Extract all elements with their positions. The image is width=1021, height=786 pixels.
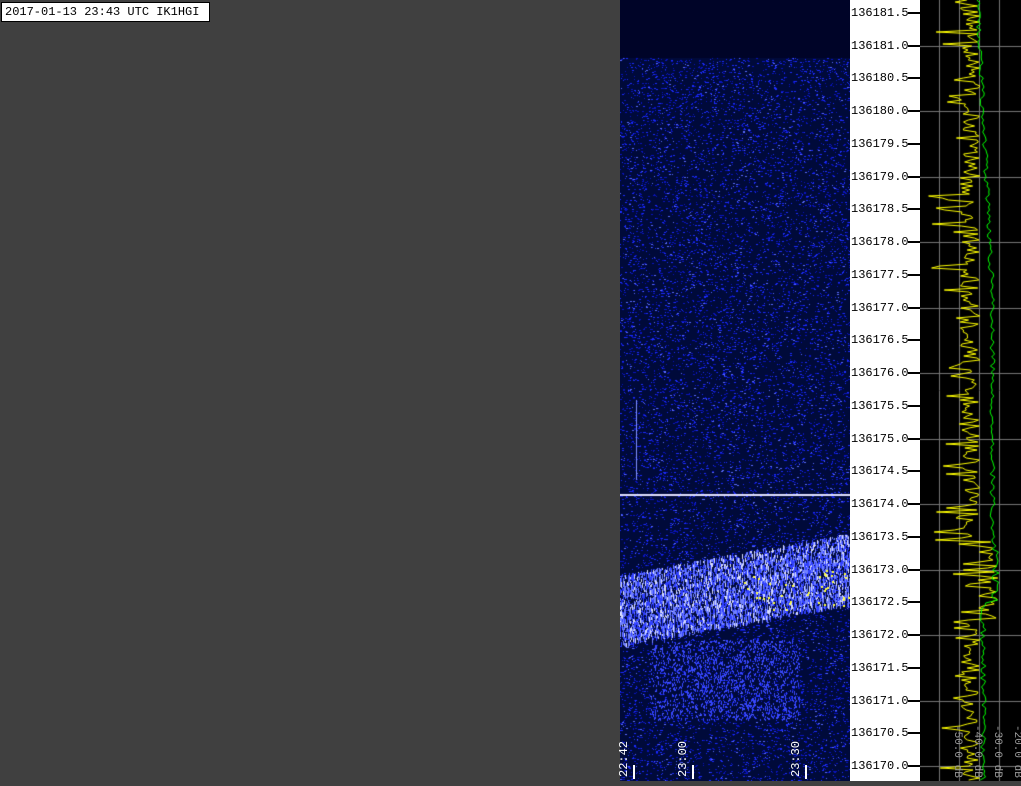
frequency-label: 136176.0 bbox=[851, 366, 909, 381]
frequency-tick bbox=[908, 208, 920, 211]
frequency-tick bbox=[908, 470, 920, 473]
frequency-label: 136171.5 bbox=[851, 660, 909, 675]
frequency-tick bbox=[908, 634, 920, 637]
frequency-tick bbox=[908, 306, 920, 309]
frequency-label: 136178.5 bbox=[851, 202, 909, 217]
time-label: 22:42 bbox=[617, 740, 631, 777]
frequency-label: 136173.0 bbox=[851, 562, 909, 577]
frequency-tick bbox=[908, 175, 920, 178]
frequency-label: 136171.0 bbox=[851, 693, 909, 708]
frequency-tick bbox=[908, 503, 920, 506]
frequency-label: 136170.5 bbox=[851, 726, 909, 741]
frequency-label: 136172.5 bbox=[851, 595, 909, 610]
frequency-tick bbox=[908, 339, 920, 342]
level-label: -20.0 dB bbox=[1011, 725, 1021, 778]
frequency-tick bbox=[908, 732, 920, 735]
frequency-tick bbox=[908, 44, 920, 47]
frequency-tick bbox=[908, 241, 920, 244]
frequency-tick bbox=[908, 77, 920, 80]
frequency-tick bbox=[908, 568, 920, 571]
frequency-label: 136180.5 bbox=[851, 71, 909, 86]
frequency-tick bbox=[908, 437, 920, 440]
frequency-tick bbox=[908, 110, 920, 113]
waterfall-canvas bbox=[620, 0, 850, 781]
spectrum-canvas bbox=[920, 0, 1021, 781]
frequency-tick bbox=[908, 12, 920, 14]
time-label: 23:30 bbox=[789, 740, 803, 777]
frequency-label: 136170.0 bbox=[851, 759, 909, 774]
frequency-label: 136175.0 bbox=[851, 431, 909, 446]
time-tick bbox=[805, 765, 807, 779]
frequency-label: 136181.0 bbox=[851, 38, 909, 53]
timestamp-callsign-label: 2017-01-13 23:43 UTC IK1HGI bbox=[1, 2, 211, 22]
frequency-tick bbox=[908, 404, 920, 407]
frequency-tick bbox=[908, 142, 920, 145]
frequency-label: 136177.0 bbox=[851, 300, 909, 315]
frequency-label: 136178.0 bbox=[851, 235, 909, 250]
time-label: 23:00 bbox=[676, 740, 690, 777]
level-label: -40.0 dB bbox=[971, 725, 983, 778]
level-label: -50.0 dB bbox=[951, 725, 963, 778]
waterfall-display[interactable] bbox=[620, 0, 850, 781]
frequency-label: 136175.5 bbox=[851, 398, 909, 413]
frequency-label: 136173.5 bbox=[851, 529, 909, 544]
spectrum-panel: -50.0 dB -40.0 dB -30.0 dB -20.0 dB bbox=[920, 0, 1021, 781]
frequency-label: 136174.5 bbox=[851, 464, 909, 479]
frequency-label: 136180.0 bbox=[851, 104, 909, 119]
frequency-label: 136181.5 bbox=[851, 6, 909, 20]
frequency-scale: 136181.5 136181.0 136180.5 136180.0 136179.5… bbox=[850, 0, 920, 781]
frequency-label: 136176.5 bbox=[851, 333, 909, 348]
frequency-label: 136174.0 bbox=[851, 497, 909, 512]
level-label: -30.0 dB bbox=[991, 725, 1003, 778]
frequency-label: 136179.0 bbox=[851, 169, 909, 184]
frequency-label: 136179.5 bbox=[851, 136, 909, 151]
time-tick bbox=[692, 765, 694, 779]
frequency-label: 136172.0 bbox=[851, 628, 909, 643]
time-tick bbox=[633, 765, 635, 779]
frequency-tick bbox=[908, 273, 920, 276]
frequency-tick bbox=[908, 765, 920, 768]
frequency-label: 136177.5 bbox=[851, 267, 909, 282]
frequency-tick bbox=[908, 699, 920, 702]
frequency-tick bbox=[908, 372, 920, 375]
frequency-tick bbox=[908, 535, 920, 538]
frequency-tick bbox=[908, 601, 920, 604]
frequency-tick bbox=[908, 666, 920, 669]
empty-panel bbox=[0, 0, 620, 781]
